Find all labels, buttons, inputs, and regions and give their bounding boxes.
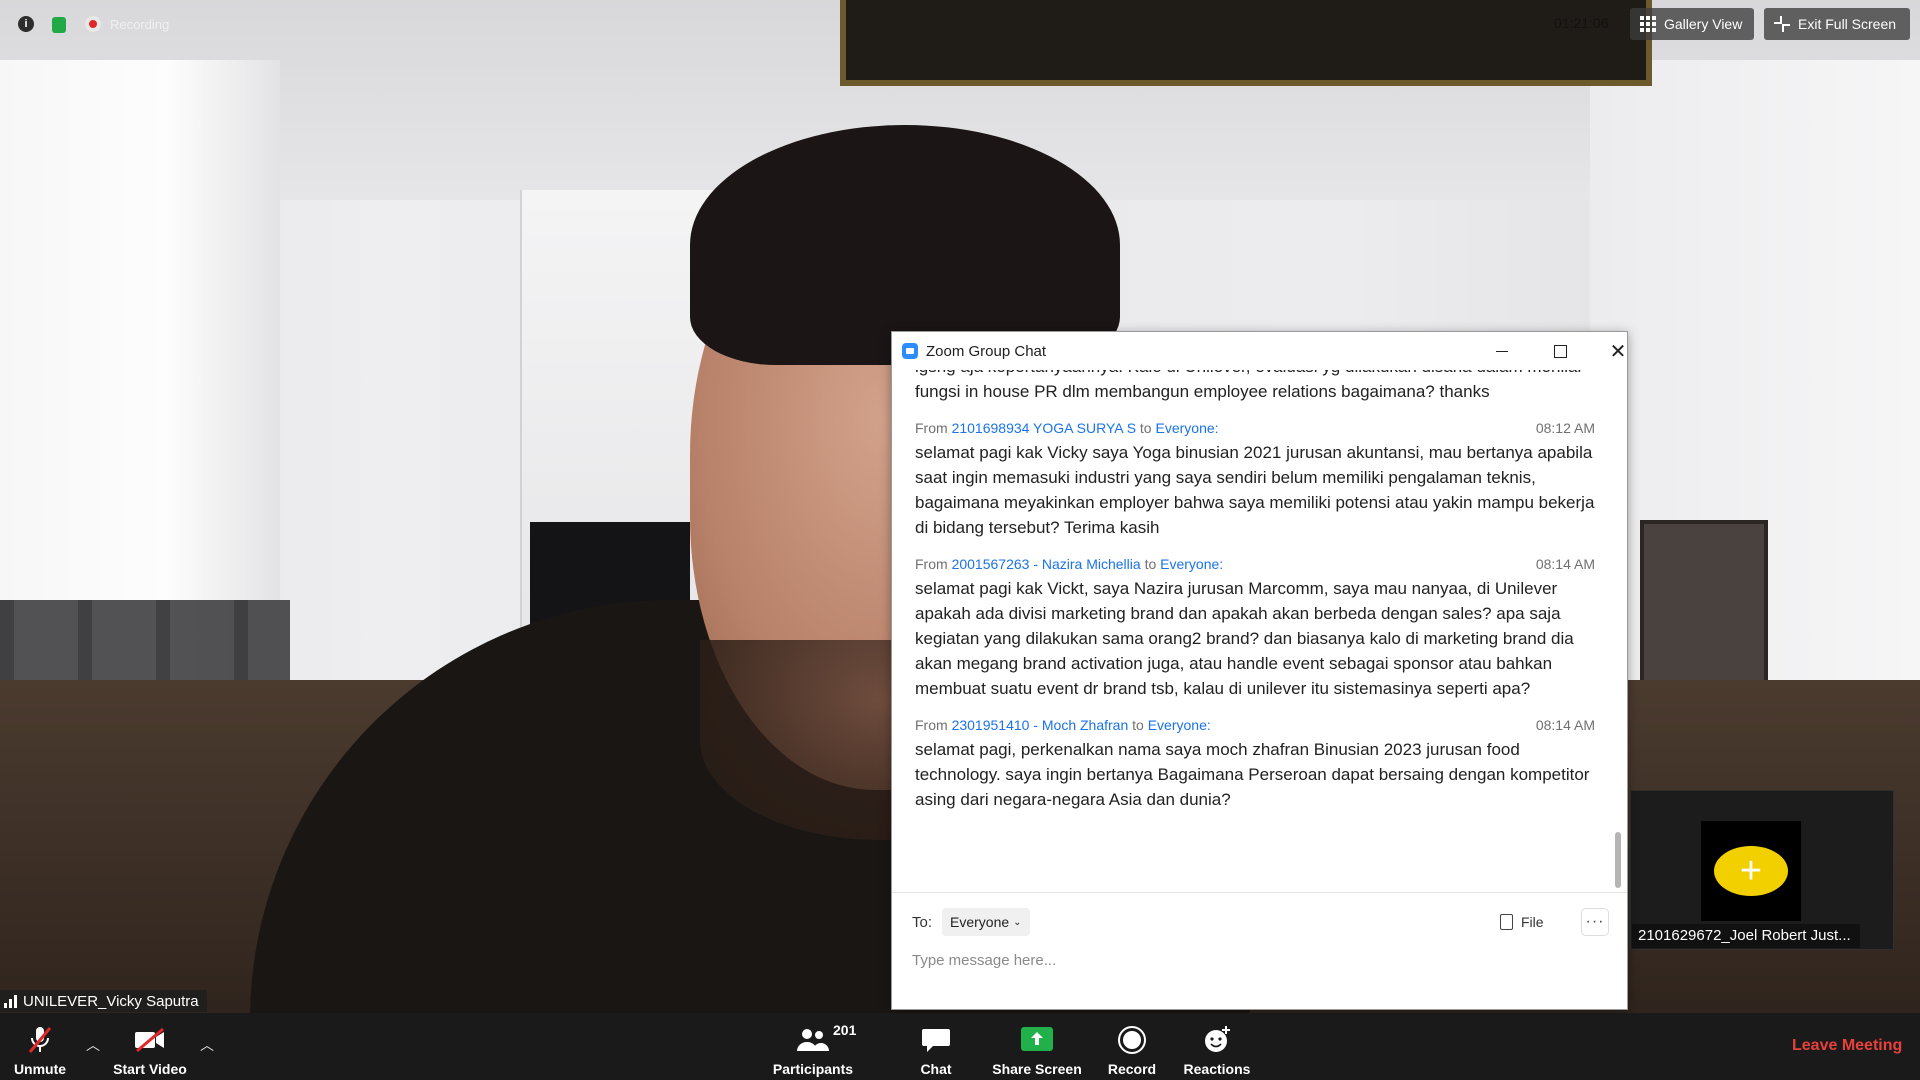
reactions-smiley-icon: [1202, 1023, 1232, 1057]
zoom-logo-icon: [902, 343, 918, 359]
participant-avatar: +: [1701, 821, 1801, 921]
recipient-select[interactable]: Everyone ⌄: [942, 908, 1030, 936]
to-label: To:: [912, 914, 933, 931]
message-sender[interactable]: 2001567263 - Nazira Michellia: [952, 556, 1141, 572]
unmute-button[interactable]: Unmute: [6, 1013, 74, 1080]
message-header: From 2301951410 - Moch Zhafran to Everyo…: [915, 715, 1595, 735]
message-to-label: to: [1139, 420, 1152, 436]
message-input[interactable]: [910, 944, 1604, 976]
audio-options-chevron-icon[interactable]: ︿: [86, 1035, 100, 1055]
participant-thumbnail-name: 2101629672_Joel Robert Just...: [1632, 924, 1860, 948]
chat-message: From 2001567263 - Nazira Michellia to Ev…: [915, 554, 1595, 701]
share-screen-label: Share Screen: [992, 1061, 1082, 1077]
message-recipient[interactable]: Everyone:: [1148, 717, 1211, 733]
info-icon[interactable]: i: [18, 16, 34, 32]
exit-full-screen-button[interactable]: Exit Full Screen: [1764, 8, 1910, 40]
muted-microphone-icon: [26, 1023, 54, 1057]
chat-message: lgsng aja kepertanyaannya. Kalo di Unile…: [915, 370, 1595, 404]
share-screen-button[interactable]: Share Screen: [988, 1013, 1086, 1080]
message-header: From 2001567263 - Nazira Michellia to Ev…: [915, 554, 1595, 574]
video-oven: [1640, 520, 1768, 698]
share-screen-icon: [1020, 1023, 1054, 1057]
close-icon[interactable]: ✕: [1598, 336, 1638, 366]
gallery-view-button[interactable]: Gallery View: [1630, 8, 1754, 40]
video-options-chevron-icon[interactable]: ︿: [200, 1035, 214, 1055]
chat-title: Zoom Group Chat: [926, 342, 1047, 360]
file-label: File: [1521, 914, 1544, 930]
chat-divider: [892, 892, 1627, 893]
record-icon: [1117, 1023, 1147, 1057]
message-to-label: to: [1144, 556, 1157, 572]
message-time: 08:14 AM: [1535, 717, 1595, 733]
chat-label: Chat: [920, 1061, 952, 1077]
message-time: 08:12 AM: [1535, 420, 1595, 436]
signal-strength-icon: [4, 994, 17, 1008]
start-video-button[interactable]: Start Video: [108, 1013, 192, 1080]
group-chat-window[interactable]: Zoom Group Chat ✕ lgsng aja kepertanyaan…: [891, 331, 1628, 1010]
chat-message-list[interactable]: lgsng aja kepertanyaannya. Kalo di Unile…: [892, 370, 1607, 882]
recording-icon: [85, 16, 101, 32]
message-sender[interactable]: 2101698934 YOGA SURYA S: [952, 420, 1136, 436]
message-recipient[interactable]: Everyone:: [1160, 556, 1223, 572]
reactions-button[interactable]: Reactions: [1180, 1013, 1254, 1080]
record-label: Record: [1107, 1061, 1157, 1077]
message-time: 08:14 AM: [1535, 556, 1595, 572]
unmute-label: Unmute: [13, 1061, 67, 1077]
participants-count: 201: [833, 1022, 857, 1038]
lock-icon[interactable]: [52, 17, 66, 33]
message-text: selamat pagi kak Vicky saya Yoga binusia…: [915, 443, 1595, 537]
exit-full-screen-label: Exit Full Screen: [1798, 16, 1897, 32]
chat-message: From 2301951410 - Moch Zhafran to Everyo…: [915, 715, 1595, 812]
minimize-icon[interactable]: [1482, 336, 1522, 366]
file-button[interactable]: File: [1500, 910, 1544, 934]
chat-scrollbar[interactable]: [1614, 376, 1622, 904]
file-icon: [1500, 914, 1513, 930]
message-text: selamat pagi, perkenalkan nama saya moch…: [915, 740, 1590, 809]
chat-titlebar[interactable]: Zoom Group Chat ✕: [892, 332, 1627, 370]
message-text: selamat pagi kak Vickt, saya Nazira juru…: [915, 579, 1574, 698]
chat-button[interactable]: Chat: [900, 1013, 972, 1080]
message-to-label: to: [1132, 717, 1144, 733]
speaker-hair: [690, 125, 1120, 365]
recipient-select-value: Everyone: [950, 914, 1010, 930]
maximize-icon[interactable]: [1540, 336, 1580, 366]
message-sender[interactable]: 2301951410 - Moch Zhafran: [952, 717, 1129, 733]
message-from-label: From: [915, 717, 948, 733]
chat-bubble-icon: [921, 1023, 951, 1057]
avatar-face-icon: +: [1714, 846, 1788, 896]
message-header: From 2101698934 YOGA SURYA S to Everyone…: [915, 418, 1595, 438]
gallery-view-label: Gallery View: [1664, 16, 1743, 32]
participants-icon: [796, 1023, 830, 1057]
speaker-name: UNILEVER_Vicky Saputra: [23, 992, 199, 1010]
chat-message: From 2101698934 YOGA SURYA S to Everyone…: [915, 418, 1595, 540]
message-from-label: From: [915, 420, 948, 436]
speaker-name-tag: UNILEVER_Vicky Saputra: [0, 990, 207, 1012]
more-options-button[interactable]: ···: [1581, 908, 1609, 936]
start-video-label: Start Video: [113, 1061, 187, 1077]
video-painting: [840, 0, 1652, 86]
meeting-timer: 01:21:06: [1554, 15, 1609, 31]
record-button[interactable]: Record: [1100, 1013, 1164, 1080]
reactions-label: Reactions: [1183, 1061, 1251, 1077]
message-recipient[interactable]: Everyone:: [1156, 420, 1219, 436]
recording-label: Recording: [110, 17, 170, 32]
message-from-label: From: [915, 556, 948, 572]
participants-label: Participants: [772, 1061, 854, 1077]
chat-scroll-thumb[interactable]: [1615, 832, 1621, 888]
grid-icon: [1640, 16, 1656, 32]
leave-meeting-button[interactable]: Leave Meeting: [1792, 1037, 1902, 1055]
meeting-toolbar: Unmute ︿ Start Video ︿ Participants 201 …: [0, 1013, 1920, 1080]
message-text: lgsng aja kepertanyaannya. Kalo di Unile…: [915, 370, 1581, 401]
chevron-down-icon: ⌄: [1013, 917, 1022, 928]
video-off-icon: [133, 1023, 167, 1057]
exit-fullscreen-icon: [1774, 16, 1790, 32]
